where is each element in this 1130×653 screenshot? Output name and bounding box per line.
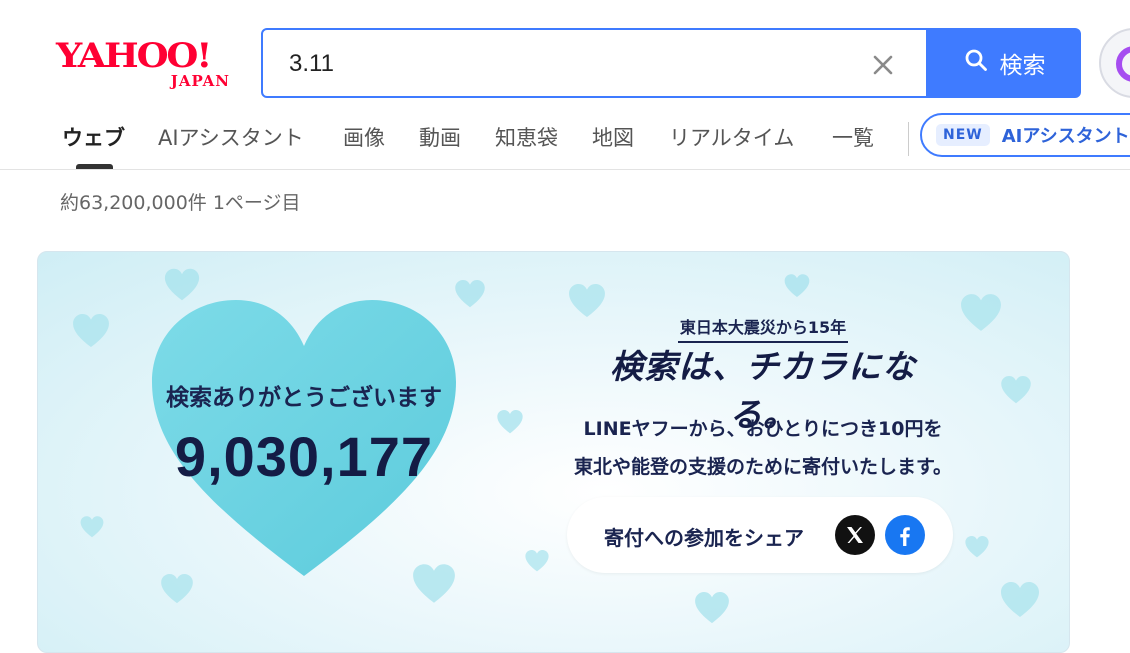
- heart-icon: [161, 574, 193, 604]
- tab-more[interactable]: 一覧: [832, 122, 874, 152]
- anniversary-label: 東日本大震災から15年: [678, 314, 848, 343]
- heart-icon: [1001, 376, 1031, 404]
- heart-icon: [961, 294, 1001, 331]
- result-count: 約63,200,000件 1ページ目: [60, 192, 301, 214]
- ai-assistant-promo-button[interactable]: NEW AIアシスタント: [920, 113, 1130, 157]
- tab-videos[interactable]: 動画: [419, 122, 461, 152]
- ai-assistant-promo-label: AIアシスタント: [1001, 126, 1130, 147]
- facebook-icon: [900, 527, 910, 546]
- heart-icon: [1001, 582, 1039, 617]
- tab-realtime[interactable]: リアルタイム: [669, 122, 794, 152]
- tab-divider: [908, 122, 909, 156]
- header-divider: [0, 169, 1130, 170]
- search-input[interactable]: [287, 44, 851, 84]
- search-button[interactable]: 検索: [928, 28, 1081, 98]
- yahoo-japan-logo[interactable]: YAHOO! JAPAN: [56, 36, 236, 90]
- tab-chiebukuro[interactable]: 知恵袋: [495, 122, 558, 152]
- thanks-message: 検索ありがとうございます: [166, 385, 442, 411]
- search-counter: 9,030,177: [174, 425, 434, 488]
- logo-sub-text: JAPAN: [170, 72, 230, 90]
- search-button-label: 検索: [999, 53, 1046, 79]
- heart-icon: [80, 516, 104, 538]
- search-icon: [964, 48, 988, 78]
- tab-images[interactable]: 画像: [343, 122, 385, 152]
- heart-icon: [695, 592, 729, 624]
- campaign-description: LINEヤフーから、おひとりにつき10円を 東北や能登の支援のために寄付いたしま…: [518, 410, 1008, 486]
- logo-main-text: YAHOO!: [56, 36, 212, 76]
- tab-map[interactable]: 地図: [592, 122, 634, 152]
- heart-icon: [965, 536, 989, 558]
- facebook-share-button[interactable]: [885, 515, 925, 555]
- search-tabs: ウェブ AIアシスタント 画像 動画 知恵袋 地図 リアルタイム 一覧 NEW …: [0, 112, 1130, 170]
- heart-icon: [569, 284, 605, 318]
- donation-banner[interactable]: 検索ありがとうございます 9,030,177 東日本大震災から15年 検索は、チ…: [37, 251, 1070, 653]
- heart-icon: [525, 550, 549, 572]
- close-icon[interactable]: [866, 48, 900, 82]
- tab-ai-assistant[interactable]: AIアシスタント: [158, 122, 304, 152]
- x-share-button[interactable]: [835, 515, 875, 555]
- heart-icon: [73, 314, 109, 348]
- description-line-1: LINEヤフーから、おひとりにつき10円を: [583, 418, 943, 440]
- heart-icon: [784, 274, 810, 298]
- avatar[interactable]: [1099, 28, 1130, 98]
- search-box: [261, 28, 928, 98]
- share-label: 寄付への参加をシェア: [604, 526, 804, 550]
- tab-web[interactable]: ウェブ: [62, 122, 125, 152]
- share-panel: 寄付への参加をシェア: [567, 497, 953, 573]
- description-line-2: 東北や能登の支援のために寄付いたします。: [573, 456, 953, 478]
- new-badge: NEW: [936, 124, 990, 146]
- x-logo-icon: [847, 527, 863, 543]
